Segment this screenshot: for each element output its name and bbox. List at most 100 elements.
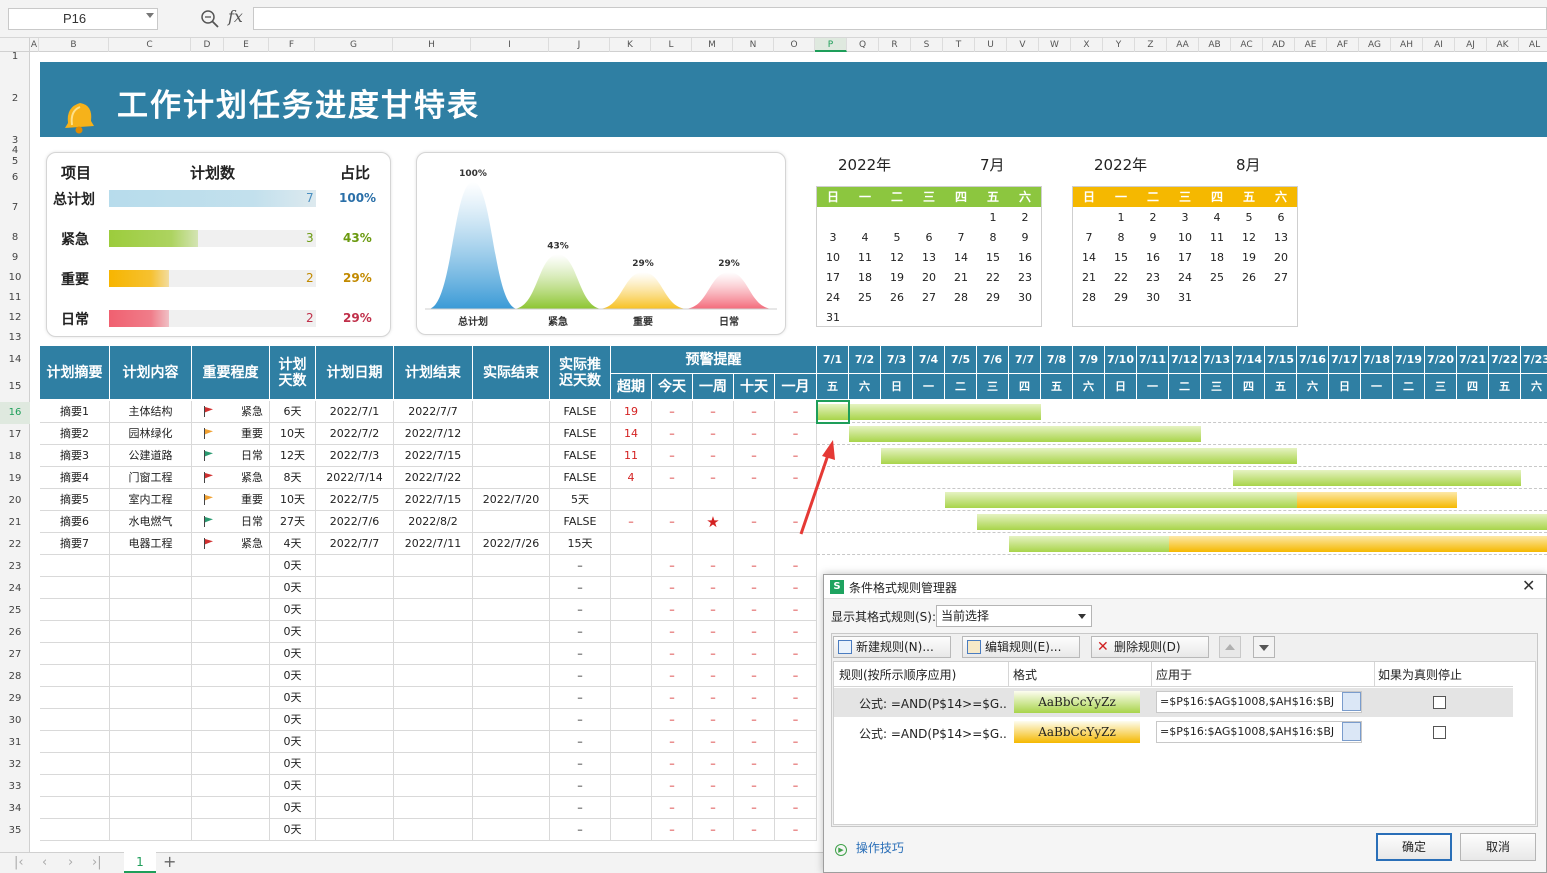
calendar-day[interactable]: 19: [881, 271, 913, 284]
cell-start[interactable]: [316, 621, 394, 643]
cell-content[interactable]: [110, 621, 192, 643]
cell-content[interactable]: 公建道路: [110, 445, 192, 467]
cell-today[interactable]: –: [652, 621, 693, 643]
row-header-18[interactable]: 18: [0, 446, 30, 468]
cell-overdue[interactable]: [611, 621, 652, 643]
cell-today[interactable]: –: [652, 797, 693, 819]
cell-days[interactable]: 0天: [270, 753, 316, 775]
cell-delay[interactable]: 15天: [550, 533, 611, 555]
cell-ten[interactable]: –: [734, 511, 775, 533]
calendar-day[interactable]: 7: [945, 231, 977, 244]
column-header-g[interactable]: G: [315, 38, 393, 52]
column-header-b[interactable]: B: [39, 38, 109, 52]
cell-today[interactable]: –: [652, 401, 693, 423]
cell-summary[interactable]: [40, 555, 110, 577]
cell-start[interactable]: [316, 665, 394, 687]
column-header-m[interactable]: M: [692, 38, 733, 52]
cell-week[interactable]: ★: [693, 511, 734, 533]
calendar-day[interactable]: 17: [817, 271, 849, 284]
cell-summary[interactable]: 摘要4: [40, 467, 110, 489]
cell-days[interactable]: 0天: [270, 709, 316, 731]
cell-days[interactable]: 0天: [270, 687, 316, 709]
column-header-c[interactable]: C: [109, 38, 191, 52]
row-header-30[interactable]: 30: [0, 710, 30, 732]
cell-end[interactable]: [394, 687, 473, 709]
cell-days[interactable]: 0天: [270, 599, 316, 621]
row-header-29[interactable]: 29: [0, 688, 30, 710]
cell-summary[interactable]: 摘要1: [40, 401, 110, 423]
cell-today[interactable]: –: [652, 709, 693, 731]
cell-summary[interactable]: 摘要7: [40, 533, 110, 555]
column-header-f[interactable]: F: [269, 38, 315, 52]
cell-summary[interactable]: 摘要5: [40, 489, 110, 511]
cell-overdue[interactable]: 11: [611, 445, 652, 467]
calendar-day[interactable]: 15: [1105, 251, 1137, 264]
move-up-button[interactable]: [1219, 636, 1241, 658]
cell-summary[interactable]: [40, 687, 110, 709]
add-sheet-button[interactable]: +: [163, 852, 176, 871]
calendar-day[interactable]: 15: [977, 251, 1009, 264]
cell-month[interactable]: –: [775, 753, 817, 775]
cell-today[interactable]: [652, 489, 693, 511]
cell-actual[interactable]: [473, 401, 550, 423]
cell-end[interactable]: 2022/7/12: [394, 423, 473, 445]
cell-actual[interactable]: [473, 555, 550, 577]
cell-content[interactable]: [110, 797, 192, 819]
column-header-e[interactable]: E: [224, 38, 269, 52]
cell-content[interactable]: [110, 819, 192, 841]
cell-end[interactable]: [394, 665, 473, 687]
column-header-v[interactable]: V: [1007, 38, 1039, 52]
cell-overdue[interactable]: 4: [611, 467, 652, 489]
cell-delay[interactable]: –: [550, 709, 611, 731]
cell-today[interactable]: –: [652, 643, 693, 665]
cell-week[interactable]: [693, 489, 734, 511]
calendar-day[interactable]: 12: [881, 251, 913, 264]
cell-delay[interactable]: –: [550, 577, 611, 599]
row-header-31[interactable]: 31: [0, 732, 30, 754]
cell-overdue[interactable]: [611, 489, 652, 511]
cell-overdue[interactable]: [611, 687, 652, 709]
cell-start[interactable]: [316, 687, 394, 709]
name-box[interactable]: P16: [8, 8, 158, 30]
cell-month[interactable]: –: [775, 577, 817, 599]
cell-today[interactable]: –: [652, 599, 693, 621]
calendar-day[interactable]: 16: [1009, 251, 1041, 264]
calendar-day[interactable]: 28: [945, 291, 977, 304]
calendar-day[interactable]: 18: [849, 271, 881, 284]
calendar-day[interactable]: 26: [1233, 271, 1265, 284]
cell-content[interactable]: [110, 577, 192, 599]
cell-summary[interactable]: [40, 665, 110, 687]
cell-ten[interactable]: –: [734, 797, 775, 819]
cell-level[interactable]: [192, 753, 270, 775]
calendar-day[interactable]: 11: [849, 251, 881, 264]
cell-today[interactable]: [652, 533, 693, 555]
row-header-1[interactable]: 1: [0, 52, 30, 62]
cell-end[interactable]: 2022/7/22: [394, 467, 473, 489]
cell-start[interactable]: 2022/7/14: [316, 467, 394, 489]
cell-summary[interactable]: [40, 731, 110, 753]
row-header-16[interactable]: 16: [0, 402, 30, 424]
column-header-j[interactable]: J: [549, 38, 610, 52]
cell-end[interactable]: [394, 775, 473, 797]
rule-apply-field[interactable]: =$P$16:$AG$1008,$AH$16:$BJ: [1156, 721, 1362, 743]
cell-week[interactable]: –: [693, 753, 734, 775]
row-header-8[interactable]: 8: [0, 228, 30, 248]
cell-content[interactable]: 电器工程: [110, 533, 192, 555]
cell-ten[interactable]: –: [734, 467, 775, 489]
calendar-day[interactable]: 9: [1137, 231, 1169, 244]
cell-content[interactable]: [110, 687, 192, 709]
cell-ten[interactable]: –: [734, 819, 775, 841]
cell-summary[interactable]: [40, 643, 110, 665]
cell-week[interactable]: –: [693, 643, 734, 665]
range-picker-icon[interactable]: [1342, 692, 1361, 711]
cell-content[interactable]: [110, 599, 192, 621]
cell-days[interactable]: 0天: [270, 621, 316, 643]
cell-end[interactable]: [394, 819, 473, 841]
column-header-aj[interactable]: AJ: [1455, 38, 1487, 52]
cell-week[interactable]: –: [693, 621, 734, 643]
cell-actual[interactable]: [473, 665, 550, 687]
cell-delay[interactable]: –: [550, 687, 611, 709]
column-header-s[interactable]: S: [911, 38, 943, 52]
cell-content[interactable]: [110, 775, 192, 797]
column-header-al[interactable]: AL: [1519, 38, 1547, 52]
